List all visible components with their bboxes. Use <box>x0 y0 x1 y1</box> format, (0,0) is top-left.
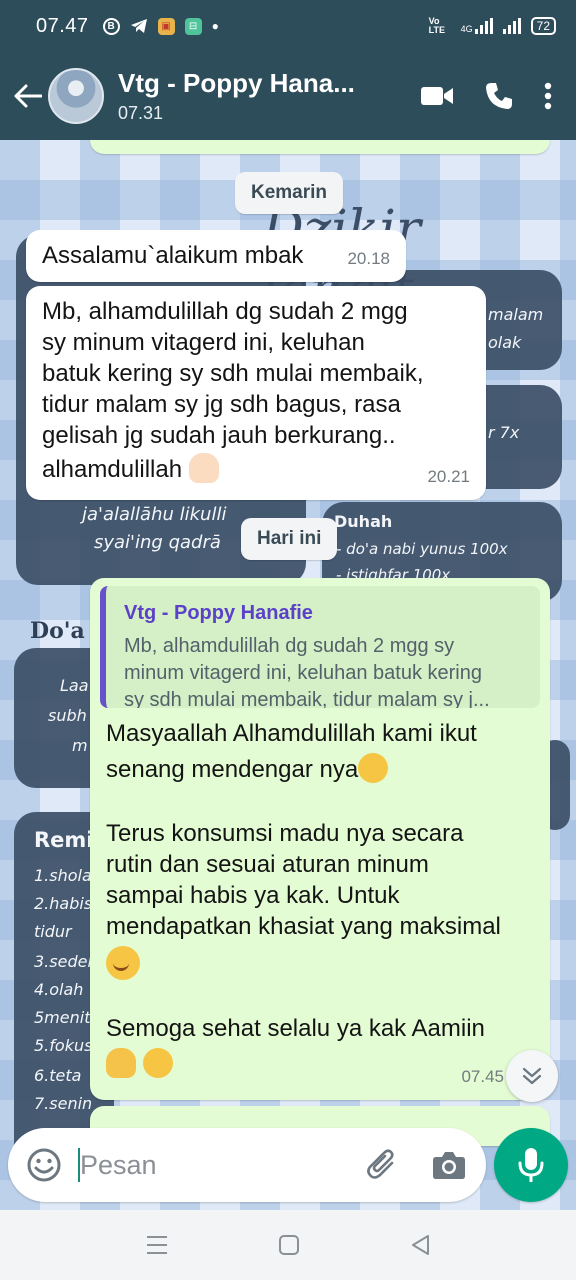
voice-call-icon[interactable] <box>484 81 514 111</box>
message-line: rutin dan sesuai aturan minum <box>106 851 429 878</box>
message-time: 20.21 <box>427 467 470 486</box>
date-chip-yesterday: Kemarin <box>235 172 344 214</box>
back-nav-icon[interactable] <box>410 1234 430 1256</box>
signal-icon-2 <box>502 18 521 34</box>
quoted-line: minum vitagerd ini, keluhan batuk kering <box>124 662 482 684</box>
clock: 07.47 <box>36 14 89 37</box>
quoted-sender: Vtg - Poppy Hanafie <box>124 602 313 624</box>
contact-name: Vtg - Poppy Hana... <box>118 68 355 98</box>
wallpaper-text: 7.senin <box>34 1094 93 1113</box>
wallpaper-text: Remi <box>34 828 94 852</box>
wallpaper-text: 5menit <box>34 1008 91 1027</box>
voice-message-button[interactable] <box>494 1128 568 1202</box>
notification-icons: B ▣ ⊟ ● <box>102 17 219 35</box>
wallpaper-text: 3.sedek <box>34 952 97 971</box>
message-time: 20.18 <box>347 249 390 268</box>
app-icon-red: ▣ <box>157 17 175 35</box>
system-indicators: Vo LTE 4G 72 <box>429 17 556 35</box>
hugging-face-emoji-icon <box>142 1048 173 1078</box>
wallpaper-text: m <box>72 736 88 755</box>
wallpaper-text: syai'ing qadrā <box>94 532 221 553</box>
wallpaper-text: 2.habis <box>34 894 93 913</box>
previous-message-edge <box>90 140 550 154</box>
message-input-bar: Pesan <box>8 1128 486 1202</box>
dot-icon: ● <box>211 19 219 33</box>
message-line: Mb, alhamdulillah dg sudah 2 mgg <box>42 298 408 325</box>
quoted-line: Mb, alhamdulillah dg sudah 2 mgg sy <box>124 635 455 657</box>
incoming-message[interactable]: Mb, alhamdulillah dg sudah 2 mgg sy minu… <box>26 286 486 500</box>
wallpaper-text: tidur <box>34 922 72 941</box>
message-line: senang mendengar nya <box>106 756 359 783</box>
raising-hands-emoji-icon <box>188 453 219 483</box>
double-chevron-down-icon <box>522 1067 542 1085</box>
contact-avatar[interactable] <box>48 68 104 124</box>
contact-info[interactable]: Vtg - Poppy Hana... 07.31 <box>118 68 368 124</box>
message-line: Terus konsumsi madu nya secara <box>106 820 464 847</box>
message-input[interactable]: Pesan <box>80 1150 157 1181</box>
network-type: 4G <box>460 24 473 34</box>
hugging-face-emoji-icon <box>358 753 389 783</box>
message-line: Semoga sehat selalu ya kak Aamiin <box>106 1015 485 1042</box>
incoming-message[interactable]: Assalamu`alaikum mbak 20.18 <box>26 230 406 282</box>
wallpaper-text: subh <box>48 706 87 725</box>
paperclip-icon[interactable] <box>366 1148 398 1182</box>
emoji-icon[interactable] <box>26 1147 62 1183</box>
signal-icon <box>474 18 493 34</box>
outgoing-message[interactable]: Vtg - Poppy Hanafie Mb, alhamdulillah dg… <box>90 578 550 1100</box>
wallpaper-text: 5.fokus <box>34 1036 93 1055</box>
video-call-icon[interactable] <box>420 85 454 107</box>
scroll-to-bottom-button[interactable] <box>506 1050 558 1102</box>
status-bar: 07.47 B ▣ ⊟ ● Vo LTE 4G 72 <box>0 0 576 52</box>
wallpaper-text: olak <box>488 333 522 352</box>
volte-indicator: Vo LTE <box>428 16 445 35</box>
date-chip-today: Hari ini <box>241 518 338 560</box>
app-icon-green: ⊟ <box>184 17 202 35</box>
message-line: tidur malam sy jg sdh bagus, rasa <box>42 391 401 418</box>
message-line: batuk kering sy sdh mulai membaik, <box>42 360 424 387</box>
quoted-line: sy sdh mulai membaik, tidur malam sy j..… <box>124 689 490 708</box>
message-line: alhamdulillah <box>42 456 183 483</box>
raising-hands-emoji-icon <box>106 1048 136 1078</box>
b-app-icon: B <box>102 17 120 35</box>
more-options-icon[interactable] <box>544 82 552 110</box>
wallpaper-text: Do'a <box>30 618 85 644</box>
chat-header: Vtg - Poppy Hana... 07.31 <box>0 52 576 140</box>
wallpaper-text: 1.shola <box>34 866 92 885</box>
wallpaper-text: 6.teta <box>34 1066 82 1085</box>
battery-icon: 72 <box>530 17 556 35</box>
message-line: gelisah jg sudah jauh berkurang.. <box>42 422 396 449</box>
message-text: Assalamu`alaikum mbak <box>42 242 304 269</box>
telegram-icon <box>130 19 147 33</box>
back-button[interactable] <box>8 76 48 116</box>
quoted-message[interactable]: Vtg - Poppy Hanafie Mb, alhamdulillah dg… <box>100 586 540 708</box>
system-nav-bar <box>0 1210 576 1280</box>
message-line: mendapatkan khasiat yang maksimal <box>106 913 501 940</box>
last-seen: 07.31 <box>118 103 164 123</box>
wallpaper-text: 4.olah <box>34 980 84 999</box>
wallpaper-text: - do'a nabi yunus 100x <box>336 540 508 558</box>
message-line: sampai habis ya kak. Untuk <box>106 882 400 909</box>
message-line: sy minum vitagerd ini, keluhan <box>42 329 365 356</box>
camera-icon[interactable] <box>432 1150 466 1180</box>
wallpaper-text: malam <box>488 305 544 324</box>
wallpaper-text: r 7x <box>488 423 520 442</box>
message-line: Masyaallah Alhamdulillah kami ikut <box>106 720 477 747</box>
wallpaper-text: ja'alallāhu likulli <box>82 504 227 525</box>
wallpaper-text: Laa <box>60 676 89 695</box>
menu-icon[interactable] <box>146 1235 168 1255</box>
chat-area[interactable]: Dzikir langit malam olak r 7x ja'alallāh… <box>0 140 576 1210</box>
arrow-left-icon <box>14 84 42 108</box>
home-icon[interactable] <box>278 1234 300 1256</box>
microphone-icon <box>518 1148 544 1182</box>
message-time: 07.45 <box>461 1067 504 1086</box>
smiling-face-emoji-icon <box>106 946 140 980</box>
wallpaper-text: Duhah <box>334 512 393 531</box>
